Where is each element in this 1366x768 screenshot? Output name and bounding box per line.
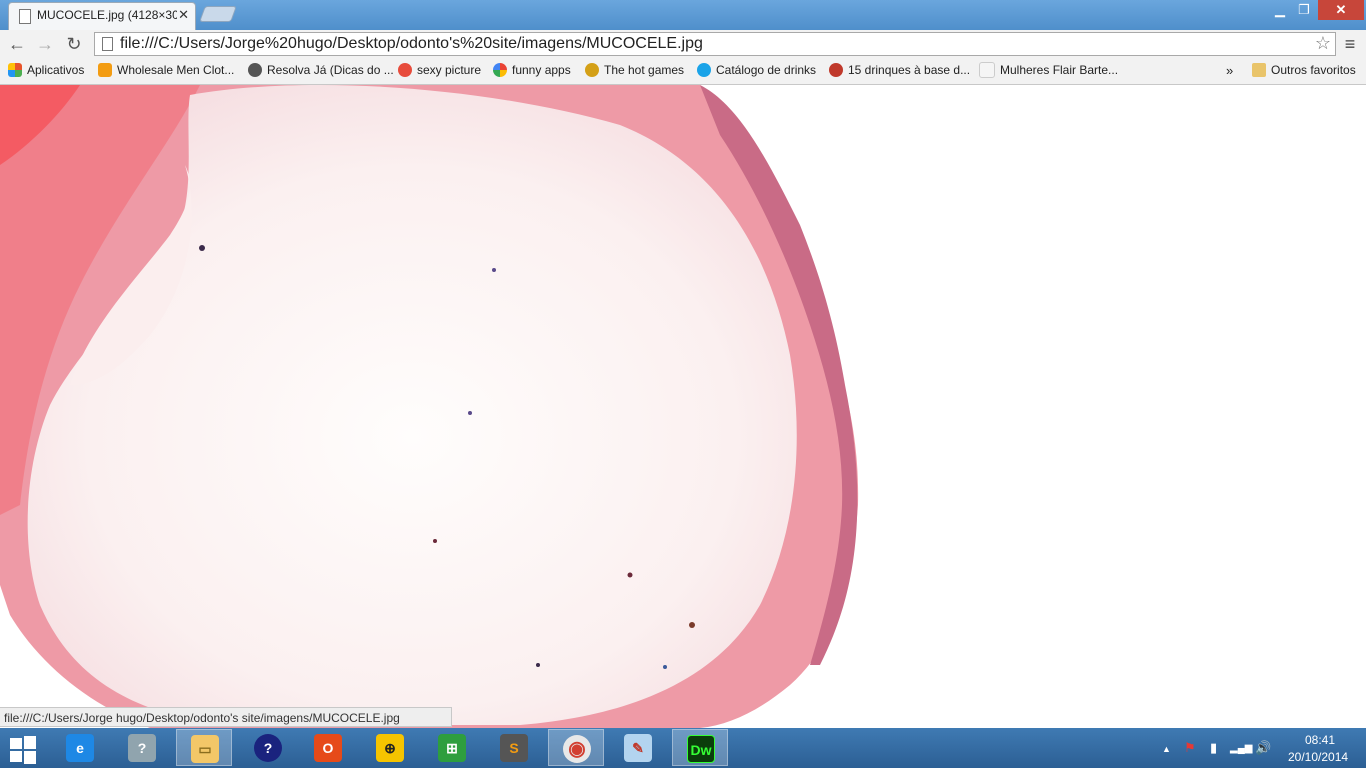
- bookmark-mulheres-flair[interactable]: Mulheres Flair Barte...: [979, 62, 1118, 80]
- taskbar-sublime-text[interactable]: S: [486, 729, 542, 766]
- globe-icon: ⊕: [376, 734, 404, 762]
- apps-grid-icon: [8, 62, 22, 77]
- bookmarks-overflow-chevron-icon[interactable]: »: [1226, 63, 1233, 78]
- bookmark-funny-apps[interactable]: funny apps: [493, 62, 571, 80]
- debris-dot: [689, 622, 695, 628]
- start-pane: [10, 738, 22, 749]
- maximize-button[interactable]: ❐: [1292, 0, 1316, 20]
- clock-date[interactable]: 20/10/2014: [1288, 750, 1348, 764]
- taskbar-help-bell[interactable]: ?: [114, 729, 170, 766]
- taskbar-office[interactable]: O: [300, 729, 356, 766]
- mucocele-histology-image[interactable]: [0, 85, 1366, 728]
- back-arrow-icon[interactable]: ←: [5, 32, 29, 56]
- help-bell-icon: ?: [128, 734, 156, 762]
- taskbar-windows-store[interactable]: ⊞: [424, 729, 480, 766]
- pin-icon: [398, 62, 412, 77]
- reload-icon[interactable]: ↻: [62, 32, 86, 56]
- debris-dot: [199, 245, 205, 251]
- device-icon[interactable]: ▮: [1210, 740, 1217, 756]
- taskbar-help-app[interactable]: ?: [240, 729, 296, 766]
- debris-dot: [627, 572, 633, 578]
- start-pane: [10, 751, 22, 762]
- k-icon: [697, 62, 711, 77]
- bookmark-outros-favoritos[interactable]: Outros favoritos: [1252, 62, 1356, 80]
- bookmark-aplicativos[interactable]: Aplicativos: [8, 62, 84, 80]
- start-pane: [24, 736, 36, 749]
- folder-icon: [1252, 62, 1266, 77]
- page-icon: [979, 62, 995, 78]
- store-icon: ⊞: [438, 734, 466, 762]
- browser-toolbar: ← → ↻ file:///C:/Users/Jorge%20hugo/Desk…: [0, 30, 1366, 58]
- bookmark-15-drinques[interactable]: 15 drinques à base d...: [829, 62, 970, 80]
- tab-close-icon[interactable]: ✕: [178, 7, 189, 23]
- windows-taskbar: e ? ▭ ? O ⊕ ⊞ S ◉ ✎ Dw ▲ ⚑ ▮ ▂▄▆ 🔊 08:41…: [0, 728, 1366, 768]
- tab-strip: MUCOCELE.jpg (4128×3096) ✕ ▁ ❐ ✕: [0, 0, 1366, 31]
- taskbar-chrome[interactable]: ◉: [548, 729, 604, 766]
- bookmark-wholesale[interactable]: Wholesale Men Clot...: [98, 62, 234, 80]
- bookmark-catalogo-drinks[interactable]: Catálogo de drinks: [697, 62, 816, 80]
- file-icon: [19, 9, 31, 24]
- address-bar[interactable]: file:///C:/Users/Jorge%20hugo/Desktop/od…: [94, 32, 1336, 56]
- question-icon: ?: [254, 734, 282, 762]
- address-url[interactable]: file:///C:/Users/Jorge%20hugo/Desktop/od…: [120, 35, 703, 53]
- minimize-button[interactable]: ▁: [1268, 0, 1292, 20]
- office-icon: O: [314, 734, 342, 762]
- windows-start-icon[interactable]: [8, 736, 38, 764]
- folder-icon: ▭: [191, 735, 219, 763]
- taskbar-file-explorer[interactable]: ▭: [176, 729, 232, 766]
- bookmarks-bar: Aplicativos Wholesale Men Clot... Resolv…: [0, 58, 1366, 85]
- badge-icon: [829, 62, 843, 77]
- taskbar-globe-app[interactable]: ⊕: [362, 729, 418, 766]
- menu-icon[interactable]: ≡: [1340, 34, 1360, 54]
- network-signal-icon[interactable]: ▂▄▆: [1230, 743, 1252, 754]
- forward-arrow-icon[interactable]: →: [33, 32, 57, 56]
- volume-icon[interactable]: 🔊: [1255, 740, 1271, 756]
- new-tab-button[interactable]: [199, 6, 237, 22]
- bookmark-resolva-ja[interactable]: Resolva Já (Dicas do ...: [248, 62, 394, 80]
- taskbar-internet-explorer[interactable]: e: [52, 729, 108, 766]
- start-pane: [24, 751, 36, 764]
- bookmark-sexy-picture[interactable]: sexy picture: [398, 62, 481, 80]
- action-center-flag-icon[interactable]: ⚑: [1184, 740, 1196, 756]
- tab-active[interactable]: MUCOCELE.jpg (4128×3096) ✕: [8, 2, 196, 31]
- dreamweaver-icon: Dw: [687, 735, 715, 763]
- taskbar-paint[interactable]: ✎: [610, 729, 666, 766]
- bookmark-star-icon[interactable]: ☆: [1315, 33, 1331, 54]
- debris-dot: [536, 663, 540, 667]
- sublime-text-icon: S: [500, 734, 528, 762]
- close-window-button[interactable]: ✕: [1318, 0, 1364, 20]
- page-icon: [102, 37, 113, 51]
- game-icon: [585, 62, 599, 77]
- bookmark-hot-games[interactable]: The hot games: [585, 62, 684, 80]
- clock-time[interactable]: 08:41: [1305, 733, 1335, 747]
- tab-title: MUCOCELE.jpg (4128×3096): [37, 8, 177, 22]
- cart-icon: [98, 62, 112, 77]
- debris-dot: [492, 268, 496, 272]
- paint-palette-icon: ✎: [624, 734, 652, 762]
- taskbar-dreamweaver[interactable]: Dw: [672, 729, 728, 766]
- debris-dot: [468, 411, 472, 415]
- chrome-icon: ◉: [563, 735, 591, 763]
- debris-dot: [663, 665, 667, 669]
- image-viewport: [0, 85, 1366, 728]
- tray-overflow-arrow-icon[interactable]: ▲: [1162, 744, 1171, 754]
- eye-icon: [248, 62, 262, 77]
- google-icon: [493, 62, 507, 77]
- status-bubble: file:///C:/Users/Jorge hugo/Desktop/odon…: [0, 707, 452, 727]
- debris-dot: [433, 539, 437, 543]
- internet-explorer-icon: e: [66, 734, 94, 762]
